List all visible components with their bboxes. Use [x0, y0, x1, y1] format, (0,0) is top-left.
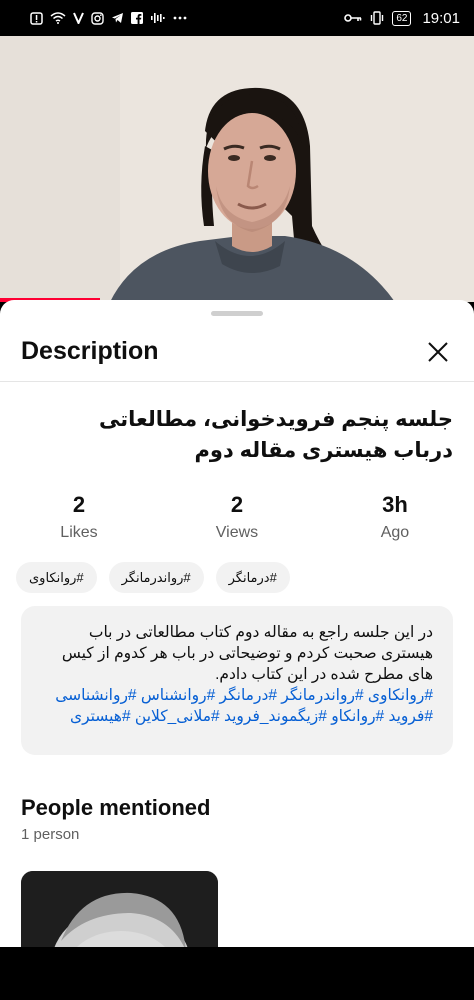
audio-icon — [150, 12, 166, 24]
stat-label: Ago — [380, 524, 410, 541]
battery-level: 62 — [392, 10, 412, 26]
system-navigation-bar — [0, 947, 474, 1000]
description-text: در این جلسه راجع به مقاله دوم کتاب مطالع… — [61, 624, 433, 683]
close-icon — [428, 341, 448, 362]
vibrate-icon — [369, 11, 385, 25]
description-box: در این جلسه راجع به مقاله دوم کتاب مطالع… — [21, 606, 453, 755]
video-player[interactable] — [0, 36, 474, 302]
hashtag-chips: #روانکاوی #رواندرمانگر #درمانگر — [16, 562, 290, 593]
v-icon — [73, 12, 84, 24]
sheet-header: Description — [0, 322, 474, 382]
close-button[interactable] — [422, 336, 454, 368]
clock: 19:01 — [422, 9, 460, 27]
stat-likes: 2 Likes — [0, 492, 158, 542]
video-title: جلسه پنجم فرویدخوانی، مطالعاتی درباب هیس… — [99, 408, 453, 462]
hashtag-chip[interactable]: #رواندرمانگر — [108, 562, 204, 593]
facebook-icon — [131, 12, 143, 24]
key-icon — [344, 13, 362, 23]
status-bar-left — [30, 11, 187, 25]
status-bar: 62 19:01 — [0, 0, 474, 36]
wifi-icon — [50, 12, 66, 24]
alert-icon — [30, 11, 43, 25]
video-frame-image — [0, 36, 474, 302]
sheet-title: Description — [21, 337, 159, 365]
drag-handle[interactable] — [211, 311, 263, 316]
people-mentioned-title: People mentioned — [21, 795, 211, 820]
stat-value: 2 — [230, 492, 244, 517]
description-sheet: Description جلسه پنجم فرویدخوانی، مطالعا… — [0, 300, 474, 947]
stat-value: 2 — [72, 492, 86, 517]
person-card[interactable] — [21, 871, 218, 947]
stat-age: 3h Ago — [316, 492, 474, 542]
hashtag-chip[interactable]: #درمانگر — [215, 562, 290, 593]
stat-value: 3h — [382, 492, 408, 517]
description-hashtags[interactable]: #روانکاوی #رواندرمانگر #درمانگر #روانشنا… — [39, 685, 433, 727]
stat-label: Views — [215, 524, 259, 541]
stat-label: Likes — [60, 524, 98, 541]
more-icon — [173, 16, 187, 20]
telegram-icon — [111, 12, 124, 24]
person-photo — [21, 871, 218, 947]
people-mentioned-count: 1 person — [21, 826, 80, 843]
video-stats: 2 Likes 2 Views 3h Ago — [0, 492, 474, 542]
instagram-icon — [91, 11, 104, 25]
hashtag-chip[interactable]: #روانکاوی — [16, 562, 97, 593]
status-bar-right: 62 19:01 — [344, 10, 460, 27]
stat-views: 2 Views — [158, 492, 316, 542]
